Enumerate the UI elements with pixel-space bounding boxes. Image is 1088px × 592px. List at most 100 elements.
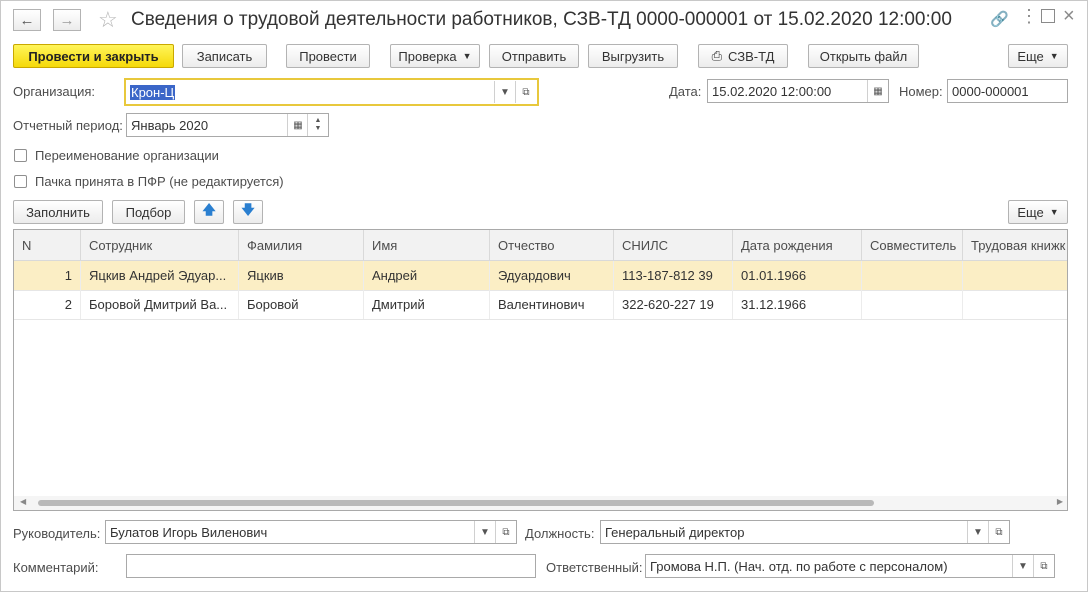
close-icon[interactable]: × — [1063, 5, 1075, 28]
horizontal-scrollbar[interactable]: ◀ ▶ — [14, 496, 1067, 510]
move-up-button[interactable]: 🡅 — [194, 200, 224, 224]
responsible-field[interactable]: Громова Н.П. (Нач. отд. по работе с перс… — [645, 554, 1055, 578]
cell-col-part-time[interactable] — [862, 290, 963, 319]
header-col-birth-date[interactable]: Дата рождения — [733, 230, 862, 260]
table-more-button[interactable]: Еще ▼ — [1008, 200, 1068, 224]
period-value: Январь 2020 — [131, 117, 209, 133]
cell-col-first-name[interactable]: Дмитрий — [364, 290, 490, 319]
back-button[interactable]: ← — [13, 9, 41, 31]
head-field[interactable]: Булатов Игорь Виленович ▼ ⧉ — [105, 520, 517, 544]
dropdown-icon[interactable]: ▼ — [1012, 555, 1033, 577]
table-header: N Сотрудник Фамилия Имя Отчество СНИЛС Дата ро… — [14, 230, 1067, 261]
cell-col-employee[interactable]: Боровой Дмитрий Ва... — [81, 290, 239, 319]
header-col-work-book[interactable]: Трудовая книжк — [963, 230, 1067, 260]
header-col-employee[interactable]: Сотрудник — [81, 230, 239, 260]
post-button[interactable]: Провести — [286, 44, 370, 68]
rename-checkbox[interactable] — [14, 149, 27, 162]
star-icon[interactable]: ☆ — [98, 7, 118, 33]
responsible-value: Громова Н.П. (Нач. отд. по работе с перс… — [650, 558, 948, 574]
more-vertical-icon[interactable]: ⋮ — [1020, 6, 1038, 27]
cell-col-last-name[interactable]: Боровой — [239, 290, 364, 319]
org-value: Крон-Ц — [130, 84, 176, 100]
cell-col-work-book[interactable] — [963, 290, 1067, 319]
cell-col-snils[interactable]: 322-620-227 19 — [614, 290, 733, 319]
header-col-snils[interactable]: СНИЛС — [614, 230, 733, 260]
cell-col-n[interactable]: 1 — [14, 261, 81, 290]
scroll-left-icon[interactable]: ◀ — [20, 497, 26, 506]
cell-col-birth-date[interactable]: 01.01.1966 — [733, 261, 862, 290]
open-icon[interactable]: ⧉ — [515, 81, 536, 103]
open-icon[interactable]: ⧉ — [988, 521, 1009, 543]
head-value: Булатов Игорь Виленович — [110, 524, 268, 540]
caret-down-icon: ▼ — [1049, 207, 1059, 217]
org-label: Организация: — [13, 84, 96, 99]
caret-down-icon: ▼ — [1049, 51, 1059, 61]
cell-col-last-name[interactable]: Яцкив — [239, 261, 364, 290]
period-label: Отчетный период: — [13, 118, 123, 133]
head-label: Руководитель: — [13, 526, 101, 541]
position-value: Генеральный директор — [605, 524, 745, 540]
dropdown-icon[interactable]: ▼ — [494, 81, 515, 103]
print-szv-button[interactable]: ⎙ СЗВ-ТД — [698, 44, 788, 68]
dropdown-icon[interactable]: ▼ — [474, 521, 495, 543]
dropdown-icon[interactable]: ▼ — [967, 521, 988, 543]
maximize-icon[interactable] — [1041, 9, 1055, 23]
position-label: Должность: — [525, 526, 595, 541]
cell-col-work-book[interactable] — [963, 261, 1067, 290]
period-field[interactable]: Январь 2020 ▦ ▲ ▼ — [126, 113, 329, 137]
cell-col-snils[interactable]: 113-187-812 39 — [614, 261, 733, 290]
window-title: Сведения о трудовой деятельности работни… — [131, 9, 952, 30]
save-button[interactable]: Записать — [182, 44, 267, 68]
org-field[interactable]: Крон-Ц ▼ ⧉ — [124, 78, 539, 106]
arrow-up-icon: 🡅 — [202, 202, 216, 217]
position-field[interactable]: Генеральный директор ▼ ⧉ — [600, 520, 1010, 544]
export-button[interactable]: Выгрузить — [588, 44, 678, 68]
fill-button[interactable]: Заполнить — [13, 200, 103, 224]
cell-col-patronymic[interactable]: Эдуардович — [490, 261, 614, 290]
open-icon[interactable]: ⧉ — [495, 521, 516, 543]
number-field[interactable]: 0000-000001 — [947, 79, 1068, 103]
send-button[interactable]: Отправить — [489, 44, 579, 68]
date-field[interactable]: 15.02.2020 12:00:00 ▦ — [707, 79, 889, 103]
cell-col-part-time[interactable] — [862, 261, 963, 290]
header-col-n[interactable]: N — [14, 230, 81, 260]
table-row[interactable]: 2 Боровой Дмитрий Ва... Боровой Дмитрий Вале… — [14, 290, 1067, 320]
cell-col-patronymic[interactable]: Валентинович — [490, 290, 614, 319]
cell-col-employee[interactable]: Яцкив Андрей Эдуар... — [81, 261, 239, 290]
cell-col-n[interactable]: 2 — [14, 290, 81, 319]
open-icon[interactable]: ⧉ — [1033, 555, 1054, 577]
arrow-right-icon: → — [59, 11, 75, 29]
scroll-thumb[interactable] — [38, 500, 874, 506]
header-col-first-name[interactable]: Имя — [364, 230, 490, 260]
header-col-last-name[interactable]: Фамилия — [239, 230, 364, 260]
responsible-label: Ответственный: — [546, 560, 643, 575]
comment-field[interactable] — [126, 554, 536, 578]
header-col-part-time[interactable]: Совместитель — [862, 230, 963, 260]
arrow-down-icon: 🡇 — [241, 202, 255, 217]
date-value: 15.02.2020 12:00:00 — [712, 83, 832, 99]
pick-button[interactable]: Подбор — [112, 200, 185, 224]
link-icon[interactable]: 🔗 — [990, 10, 1009, 28]
more-button[interactable]: Еще ▼ — [1008, 44, 1068, 68]
calendar-icon[interactable]: ▦ — [287, 114, 308, 136]
more-label: Еще — [1017, 48, 1044, 64]
header-col-patronymic[interactable]: Отчество — [490, 230, 614, 260]
number-value: 0000-000001 — [952, 83, 1029, 99]
table-row[interactable]: 1 Яцкив Андрей Эдуар... Яцкив Андрей Эдуардо… — [14, 261, 1067, 291]
spinner-icon[interactable]: ▲ ▼ — [307, 114, 328, 136]
move-down-button[interactable]: 🡇 — [233, 200, 263, 224]
printer-icon: ⎙ — [711, 48, 722, 63]
print-szv-label: СЗВ-ТД — [727, 48, 775, 64]
accepted-checkbox[interactable] — [14, 175, 27, 188]
cell-col-birth-date[interactable]: 31.12.1966 — [733, 290, 862, 319]
employees-table[interactable]: N Сотрудник Фамилия Имя Отчество СНИЛС Дата ро… — [13, 229, 1068, 511]
cell-col-first-name[interactable]: Андрей — [364, 261, 490, 290]
check-dropdown-button[interactable]: Проверка ▼ — [390, 44, 480, 68]
post-and-close-button[interactable]: Провести и закрыть — [13, 44, 174, 68]
arrow-left-icon: ← — [19, 11, 35, 29]
scroll-right-icon[interactable]: ▶ — [1057, 497, 1063, 506]
calendar-icon[interactable]: ▦ — [867, 80, 888, 102]
comment-label: Комментарий: — [13, 560, 99, 575]
open-file-button[interactable]: Открыть файл — [808, 44, 919, 68]
forward-button[interactable]: → — [53, 9, 81, 31]
